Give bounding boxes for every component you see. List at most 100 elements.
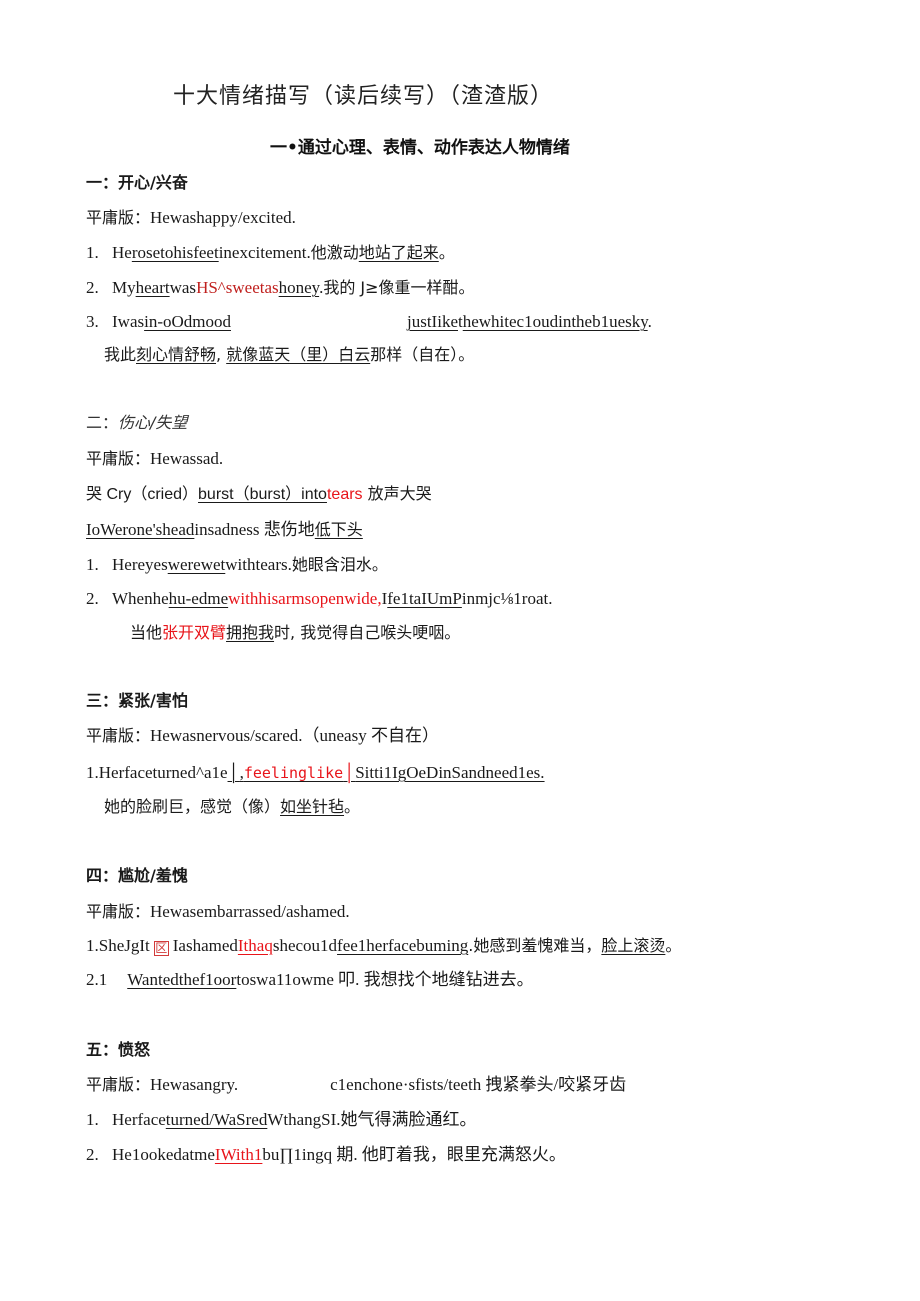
text: shecou1d xyxy=(272,936,338,955)
plain-label: 平庸版： xyxy=(86,902,151,921)
highlighted-phrase: feelinglike xyxy=(243,764,344,782)
highlighted-word: tears xyxy=(326,486,363,503)
example-nervous-1: 1.Herfaceturned^a1e│,feelinglike│Sitti1I… xyxy=(86,762,545,784)
highlighted-phrase: HS^sweetas xyxy=(196,278,279,297)
text: inmjc⅛1roat. xyxy=(461,589,553,608)
text: insadness 悲伤地 xyxy=(194,520,315,539)
text: 。 xyxy=(665,936,682,955)
item-number: 2. xyxy=(86,1145,99,1164)
plain-version-angry: 平庸版：Hewasangry. c1enchone·sfists/teeth 拽紧… xyxy=(86,1074,626,1096)
item-number: 2. xyxy=(86,278,99,297)
plain-text: Hewassad. xyxy=(150,449,224,468)
item-number: 1. xyxy=(86,763,99,782)
text: 那样（自在）。 xyxy=(370,345,475,364)
underlined-phrase: honey xyxy=(278,278,320,297)
underlined-phrase: Wantedthef1oor xyxy=(127,970,237,989)
item-number: 3. xyxy=(86,312,99,331)
plain-text: Hewasembarrassed/ashamed. xyxy=(150,902,350,921)
section-heading-angry: 五：愤怒 xyxy=(86,1040,151,1059)
text: Whenhe xyxy=(112,589,169,608)
text: 时, 我觉得自己喉头哽咽。 xyxy=(274,623,461,642)
plain-text: Hewasangry. xyxy=(150,1075,239,1094)
item-number: 1. xyxy=(86,555,99,574)
translation-nervous-1: 她的脸刷巨，感觉（像）如坐针毡。 xyxy=(104,796,360,818)
highlighted-phrase: Ithaq xyxy=(237,936,273,955)
text: toswa11owme 叩. 我想找个地缝钻进去。 xyxy=(236,970,534,989)
example-embarrassed-1: 1.SheJgIt 区 IashamedIthaqshecou1dfee1herfa… xyxy=(86,935,681,957)
plain-text: Hewashappy/excited. xyxy=(150,208,296,227)
plain-label: 平庸版： xyxy=(86,1075,151,1094)
text: 当他 xyxy=(130,623,163,642)
text: Herface xyxy=(112,1110,166,1129)
text: SheJgIt xyxy=(98,936,150,955)
plain-label: 平庸版： xyxy=(86,449,151,468)
text: , xyxy=(216,345,227,364)
item-number: 1. xyxy=(86,1110,99,1129)
plain-version-embarrassed: 平庸版：Hewasembarrassed/ashamed. xyxy=(86,901,350,923)
example-happy-1: 1. Herosetohisfeetinexcitement.他激动地站了起来。 xyxy=(86,242,455,264)
item-number: 1. xyxy=(86,243,99,262)
underlined-phrase: fe1taIUmP xyxy=(387,589,462,608)
item-number: 2.1 xyxy=(86,970,108,989)
underlined-phrase: in-oOdmood xyxy=(144,312,231,331)
section-subtitle: 一•通过心理、表情、动作表达人物情绪 xyxy=(270,138,570,158)
underlined-translation: 拥抱我 xyxy=(226,623,275,642)
translation: 放声大哭 xyxy=(362,484,432,503)
plain-label: 平庸版： xyxy=(86,208,151,227)
text: bu∏1ingq 期. 他盯着我，眼里充满怒火。 xyxy=(262,1145,566,1164)
translation: 她眼含泪水。 xyxy=(291,555,388,574)
plain-text: Hewasnervous/scared.（uneasy 不自在） xyxy=(150,726,439,745)
text: was xyxy=(169,278,197,297)
underlined-translation: 刻心情舒畅 xyxy=(136,345,217,364)
highlighted-phrase: withhisarmsopenwide, xyxy=(228,589,382,608)
text: He xyxy=(112,243,132,262)
underlined-phrase: justIike xyxy=(407,312,458,331)
item-number: 1. xyxy=(86,936,99,955)
example-sad-1: 1. Hereyeswerewetwithtears.她眼含泪水。 xyxy=(86,554,388,576)
text: 。 xyxy=(438,243,455,262)
clench-phrase: c1enchone·sfists/teeth 拽紧拳头/咬紧牙齿 xyxy=(330,1075,627,1094)
underlined-translation: 脸上滚烫 xyxy=(601,936,666,955)
text: Iwas xyxy=(112,312,145,331)
text: 她的脸刷巨，感觉（像） xyxy=(104,797,281,816)
item-number: 2. xyxy=(86,589,99,608)
underlined-phrase: heart xyxy=(135,278,170,297)
text: 。 xyxy=(344,797,361,816)
translation: .她感到羞愧难当， xyxy=(468,936,602,955)
highlighted-translation: 张开双臂 xyxy=(162,623,227,642)
section-heading-embarrassed: 四：尴尬/羞愧 xyxy=(86,866,188,885)
section-heading-nervous: 三：紧张/害怕 xyxy=(86,691,188,710)
underlined-phrase: turned/WaSred xyxy=(165,1110,268,1129)
lower-head-line: IoWerone'sheadinsadness 悲伤地低下头 xyxy=(86,519,363,541)
underlined-phrase: IoWerone'shead xyxy=(86,520,195,539)
underlined-phrase: hewhitec1oudintheb1uesky xyxy=(462,312,648,331)
heading-text: 伤心/失望 xyxy=(118,413,188,432)
example-angry-2: 2. He1ookedatmeIWith1bu∏1ingq 期. 他盯着我，眼里充… xyxy=(86,1144,566,1166)
document-page: 十大情绪描写（读后续写）（渣渣版） 一•通过心理、表情、动作表达人物情绪 一：开… xyxy=(0,0,920,1301)
text: My xyxy=(112,278,136,297)
underlined-phrase: burst（burst）into xyxy=(198,486,327,503)
highlighted-phrase: IWith1 xyxy=(214,1145,263,1164)
underlined-translation: 就像蓝天（里）白云 xyxy=(226,345,371,364)
example-happy-2: 2. MyheartwasHS^sweetashoney.我的 J≥像重一样酣。 xyxy=(86,277,475,299)
underlined-phrase: werewet xyxy=(167,555,226,574)
translation: 他激动 xyxy=(310,243,359,262)
text: withtears. xyxy=(225,555,292,574)
section-heading-sad: 二：伤心/失望 xyxy=(86,412,187,434)
underlined-translation: 如坐针毡 xyxy=(280,797,345,816)
document-title: 十大情绪描写（读后续写）（渣渣版） xyxy=(173,84,554,109)
text: . xyxy=(647,312,652,331)
text: WthangSI.她气得满脸通红。 xyxy=(267,1110,477,1129)
example-angry-1: 1. Herfaceturned/WaSredWthangSI.她气得满脸通红。 xyxy=(86,1109,477,1131)
underlined-phrase: hu-edme xyxy=(168,589,229,608)
text: Iashamed xyxy=(172,936,238,955)
text: Hereyes xyxy=(112,555,168,574)
example-sad-2: 2. Whenhehu-edmewithhisarmsopenwide,Ife1t… xyxy=(86,588,553,610)
plain-label: 平庸版： xyxy=(86,726,151,745)
plain-version-nervous: 平庸版：Hewasnervous/scared.（uneasy 不自在） xyxy=(86,725,439,747)
cry-phrase-line: 哭 Cry（cried）burst（burst）intotears 放声大哭 xyxy=(86,483,432,506)
underlined-translation: 地站了起来 xyxy=(358,243,439,262)
translation-sad-2: 当他张开双臂拥抱我时, 我觉得自己喉头哽咽。 xyxy=(130,622,460,644)
heading-number: 二： xyxy=(86,413,119,432)
example-embarrassed-2: 2.1 Wantedthef1oortoswa11owme 叩. 我想找个地缝钻进… xyxy=(86,969,534,991)
